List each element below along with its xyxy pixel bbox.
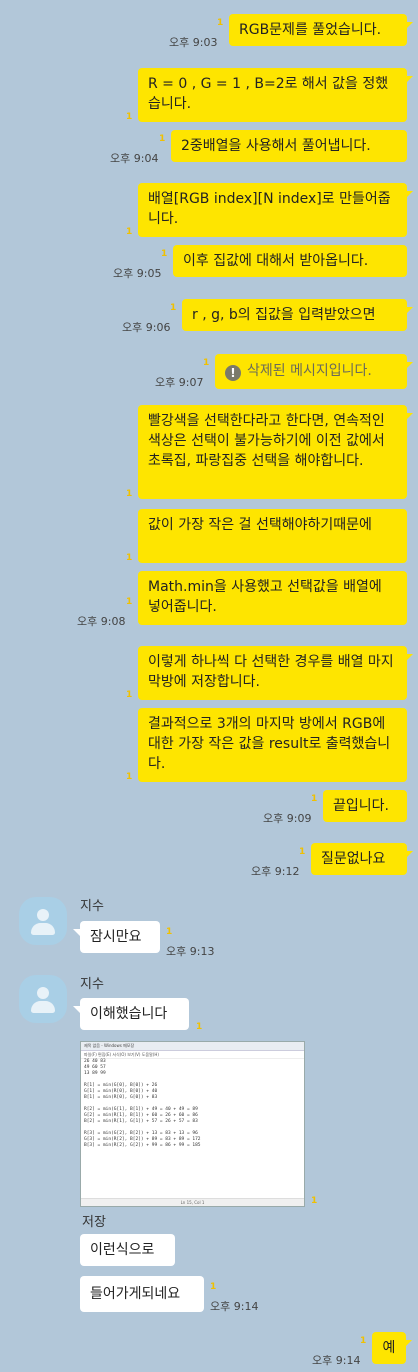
- message-time: 오후 9:14: [210, 1300, 259, 1313]
- message-bubble[interactable]: 잠시만요: [80, 921, 160, 953]
- message-bubble[interactable]: 이렇게 하나씩 다 선택한 경우를 배열 마지막방에 저장합니다.: [138, 646, 407, 700]
- image-statusbar: Ln 15, Col 1: [81, 1198, 304, 1206]
- bubble-tail: [73, 929, 81, 937]
- person-avatar-icon[interactable]: [19, 975, 67, 1023]
- unread-count: 1: [166, 927, 173, 937]
- sender-name: 지수: [80, 977, 104, 992]
- message-time: 오후 9:07: [155, 376, 204, 389]
- message-bubble[interactable]: 빨강색을 선택한다라고 한다면, 연속적인 색상은 선택이 불가능하기에 이전 …: [138, 405, 407, 499]
- unread-count: 1: [203, 358, 210, 368]
- message-bubble[interactable]: 이후 집값에 대해서 받아옵니다.: [173, 245, 407, 277]
- bubble-tail: [405, 191, 413, 199]
- message-bubble[interactable]: 이런식으로: [80, 1234, 175, 1266]
- unread-count: 1: [311, 1196, 318, 1206]
- bubble-tail: [405, 851, 413, 859]
- message-bubble[interactable]: 이해했습니다: [80, 998, 189, 1030]
- unread-count: 1: [126, 553, 133, 563]
- deleted-message-text: 삭제된 메시지입니다.: [247, 363, 372, 379]
- unread-count: 1: [126, 112, 133, 122]
- avatar-head: [37, 909, 49, 921]
- unread-count: 1: [170, 303, 177, 313]
- message-time: 오후 9:12: [251, 865, 300, 878]
- image-titlebar: 제목 없음 - Windows 메모장: [81, 1042, 304, 1051]
- message-bubble[interactable]: 2중배열을 사용해서 풀어냅니다.: [171, 130, 407, 162]
- message-bubble[interactable]: R = 0 , G = 1 , B=2로 해서 값을 정했습니다.: [138, 68, 407, 122]
- unread-count: 1: [210, 1282, 217, 1292]
- bubble-tail: [405, 362, 413, 370]
- message-bubble[interactable]: 예: [372, 1332, 406, 1364]
- image-text-line: B[3] = min(R[2], G[2]) + 99 = 86 + 99 = …: [84, 1143, 201, 1148]
- exclamation-circle-icon: !: [225, 365, 241, 381]
- avatar-head: [37, 987, 49, 999]
- message-bubble[interactable]: Math.min을 사용했고 선택값을 배열에 넣어줍니다.: [138, 571, 407, 625]
- bubble-tail: [73, 1006, 81, 1014]
- bubble-tail: [405, 413, 413, 421]
- message-bubble[interactable]: RGB문제를 풀었습니다.: [229, 14, 407, 46]
- avatar-body: [31, 1001, 55, 1013]
- message-bubble[interactable]: r , g, b의 집값을 입력받았으면: [182, 299, 407, 331]
- sender-name: 지수: [80, 899, 104, 914]
- message-time: 오후 9:03: [169, 36, 218, 49]
- unread-count: 1: [299, 847, 306, 857]
- bubble-tail: [405, 307, 413, 315]
- unread-count: 1: [126, 227, 133, 237]
- message-time: 오후 9:06: [122, 321, 171, 334]
- save-link[interactable]: 저장: [82, 1211, 106, 1230]
- bubble-tail: [405, 76, 413, 84]
- message-time: 오후 9:04: [110, 152, 159, 165]
- message-time: 오후 9:13: [166, 945, 215, 958]
- message-bubble[interactable]: 끝입니다.: [323, 790, 407, 822]
- unread-count: 1: [196, 1022, 203, 1032]
- message-time: 오후 9:05: [113, 267, 162, 280]
- unread-count: 1: [159, 134, 166, 144]
- message-time: 오후 9:08: [77, 615, 126, 628]
- unread-count: 1: [126, 489, 133, 499]
- person-avatar-icon[interactable]: [19, 897, 67, 945]
- unread-count: 1: [360, 1336, 367, 1346]
- unread-count: 1: [126, 597, 133, 607]
- message-bubble[interactable]: 들어가게되네요: [80, 1276, 204, 1312]
- bubble-tail: [404, 1340, 412, 1348]
- chat-window: { "messages": [ {"text": "RGB문제를 풀었습니다."…: [0, 0, 418, 1372]
- message-bubble[interactable]: 질문없나요: [311, 843, 407, 875]
- unread-count: 1: [161, 249, 168, 259]
- image-menubar: 파일(F) 편집(E) 서식(O) 보기(V) 도움말(H): [81, 1051, 304, 1059]
- message-bubble[interactable]: 배열[RGB index][N index]로 만들어줍니다.: [138, 183, 407, 237]
- image-text-area: 26 40 83 49 60 57 13 89 99 R[1] = min(G[0]…: [81, 1059, 304, 1149]
- deleted-message-bubble[interactable]: ! 삭제된 메시지입니다.: [215, 354, 407, 389]
- unread-count: 1: [311, 794, 318, 804]
- unread-count: 1: [126, 772, 133, 782]
- unread-count: 1: [217, 18, 224, 28]
- avatar-body: [31, 923, 55, 935]
- message-time: 오후 9:09: [263, 812, 312, 825]
- shared-image[interactable]: 제목 없음 - Windows 메모장 파일(F) 편집(E) 서식(O) 보기…: [80, 1041, 305, 1207]
- unread-count: 1: [126, 690, 133, 700]
- bubble-tail: [405, 654, 413, 662]
- message-bubble[interactable]: 결과적으로 3개의 마지막 방에서 RGB에 대한 가장 작은 값을 resul…: [138, 708, 407, 782]
- message-bubble[interactable]: 값이 가장 작은 걸 선택해야하기때문에: [138, 509, 407, 563]
- bubble-tail: [405, 22, 413, 30]
- message-time: 오후 9:14: [312, 1354, 361, 1367]
